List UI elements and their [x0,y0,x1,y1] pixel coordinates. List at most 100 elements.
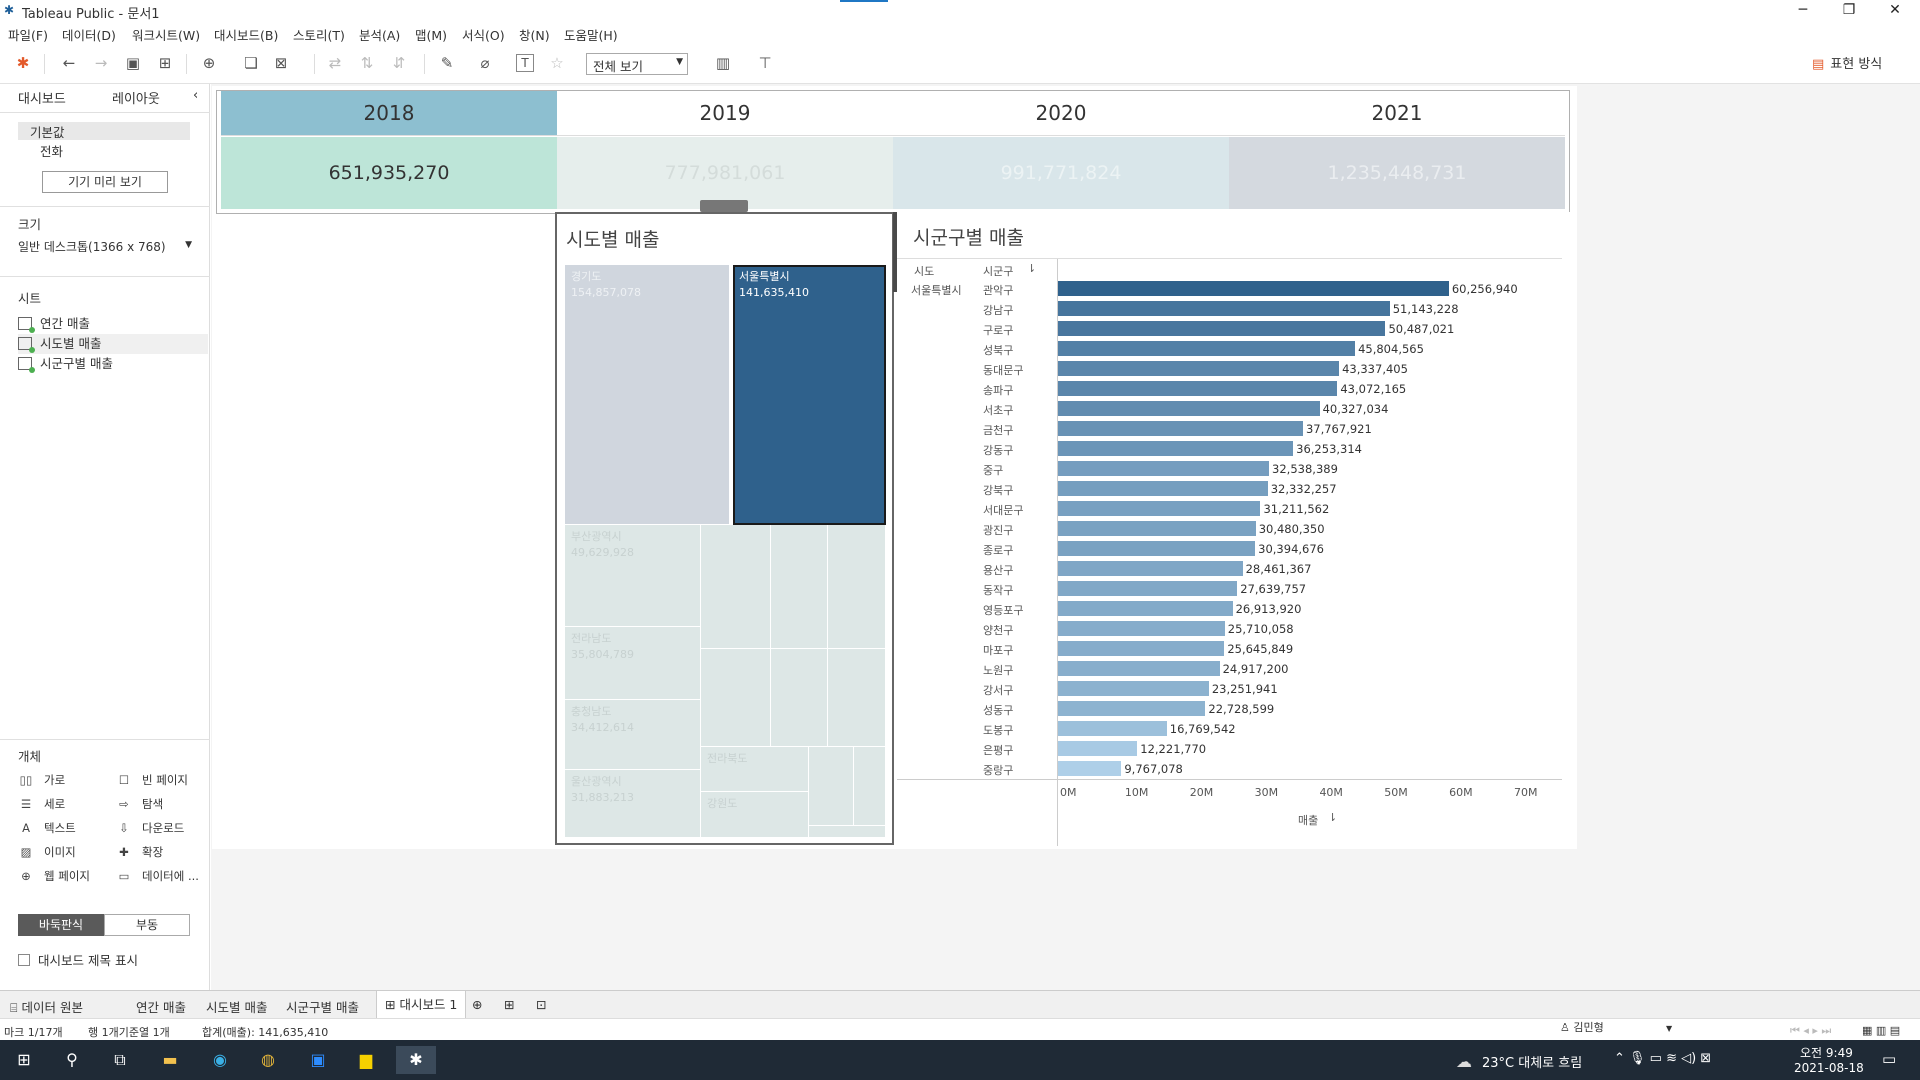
year-value-2019[interactable]: 777,981,061 [557,137,893,209]
treemap-cell-ulsan[interactable]: 울산광역시 31,883,213 [565,770,701,838]
object-web-page[interactable]: ⊕ 웹 페이지 [18,868,90,884]
year-header-2019[interactable]: 2019 [557,91,893,136]
floating-toggle[interactable]: 부동 [104,914,190,936]
bar-row[interactable]: 중랑구 9,767,078 [897,758,1577,778]
minimize-button[interactable]: ─ [1780,0,1826,22]
kakaotalk-icon[interactable]: ▆ [346,1046,386,1074]
device-preview-button[interactable]: 기기 미리 보기 [42,171,168,193]
size-select[interactable]: 일반 데스크톱(1366 x 768) ▼ [18,238,192,258]
treemap-cell[interactable] [854,747,886,826]
bar[interactable] [1058,561,1243,576]
bar-row[interactable]: 구로구 50,487,021 [897,318,1577,338]
bar[interactable] [1058,501,1261,516]
drag-handle[interactable] [700,200,748,212]
close-window-button[interactable]: ✕ [1872,0,1918,22]
column-header-sigungu[interactable]: 시군구 [983,263,1013,279]
sort-descending-icon[interactable]: ⇵ [388,52,410,74]
device-phone[interactable]: 전화 [40,141,63,160]
menu-dashboard[interactable]: 대시보드(B) [214,25,278,44]
bar[interactable] [1058,701,1206,716]
bar[interactable] [1058,441,1294,456]
menu-window[interactable]: 창(N) [519,25,550,44]
menu-file[interactable]: 파일(F) [8,25,48,44]
bar[interactable] [1058,401,1320,416]
annual-sales-sheet[interactable]: 2018 2019 2020 2021 651,935,270 777,981,… [216,90,1570,214]
task-view-icon[interactable]: ⧉ [100,1046,140,1074]
tab-annual-sales[interactable]: 연간 매출 [136,997,186,1016]
tableau-home-icon[interactable]: ✱ [12,52,34,74]
bar-row[interactable]: 은평구 12,221,770 [897,738,1577,758]
search-icon[interactable]: ⚲ [52,1046,92,1074]
swap-icon[interactable]: ⇄ [324,52,346,74]
treemap-cell-chungnam[interactable]: 충청남도 34,412,614 [565,700,701,770]
treemap-cell[interactable] [771,525,828,649]
chart-type-icon[interactable]: ▥ [712,52,734,74]
bar[interactable] [1058,381,1338,396]
notification-icon[interactable]: ▭ [1882,1050,1896,1068]
year-header-2021[interactable]: 2021 [1229,91,1565,136]
bar-row[interactable]: 강남구 51,143,228 [897,298,1577,318]
treemap-cell-gyeonggi[interactable]: 경기도 154,857,078 [565,265,730,525]
bar[interactable] [1058,301,1390,316]
year-value-2020[interactable]: 991,771,824 [893,137,1229,209]
menu-help[interactable]: 도움말(H) [564,25,618,44]
sheet-sorter-icon[interactable]: ▦ ▥ ▤ [1862,1024,1900,1037]
sido-sales-sheet[interactable]: 시도별 매출 경기도 154,857,078 서울특별시 141,635,410 부… [555,212,894,845]
new-worksheet-tab-icon[interactable]: ⊕ [472,997,482,1012]
bar-row[interactable]: 노원구 24,917,200 [897,658,1577,678]
bar-row[interactable]: 종로구 30,394,676 [897,538,1577,558]
bar-row[interactable]: 강동구 36,253,314 [897,438,1577,458]
chrome-icon[interactable]: ◍ [248,1046,288,1074]
new-worksheet-icon[interactable]: ⊕ [198,52,220,74]
new-dashboard-tab-icon[interactable]: ⊞ [504,997,514,1012]
bar[interactable] [1058,601,1233,616]
object-text[interactable]: A 텍스트 [18,820,76,836]
sheet-item-annual-sales[interactable]: 연간 매출 [18,314,208,334]
clock-date[interactable]: 2021-08-18 [1794,1061,1864,1075]
bar-row[interactable]: 마포구 25,645,849 [897,638,1577,658]
treemap-cell[interactable] [771,649,828,747]
tab-dashboard-1[interactable]: ⊞ 대시보드 1 [376,991,467,1019]
object-vertical[interactable]: ☰ 세로 [18,796,65,812]
tab-navigation-icon[interactable]: ⏮ ◂ ▸ ⏭ [1790,1024,1831,1038]
bar-row[interactable]: 광진구 30,480,350 [897,518,1577,538]
collapse-panel-icon[interactable]: ‹ [193,88,198,110]
bar[interactable] [1058,321,1386,336]
sheet-item-sigungu-sales[interactable]: 시군구별 매출 [18,354,208,374]
object-navigation[interactable]: ⇨ 탐색 [116,796,163,812]
menu-data[interactable]: 데이터(D) [62,25,116,44]
tableau-taskbar-icon[interactable]: ✱ [396,1046,436,1074]
view-size-select[interactable]: 전체 보기 ▼ [586,53,688,75]
treemap-cell-gangwon[interactable]: 강원도 [701,792,809,838]
sort-icon[interactable]: ⇂ [1027,262,1036,275]
menu-analysis[interactable]: 분석(A) [359,25,400,44]
bar-row[interactable]: 영등포구 26,913,920 [897,598,1577,618]
bar-row[interactable]: 동작구 27,639,757 [897,578,1577,598]
bar-row[interactable]: 강서구 23,251,941 [897,678,1577,698]
bar-row[interactable]: 강북구 32,332,257 [897,478,1577,498]
tab-sido-sales[interactable]: 시도별 매출 [206,997,267,1016]
bar[interactable] [1058,721,1167,736]
bar[interactable] [1058,481,1268,496]
treemap-cell[interactable] [809,826,886,838]
bar[interactable] [1058,521,1256,536]
sort-ascending-icon[interactable]: ⇅ [356,52,378,74]
sigungu-sales-sheet[interactable]: 시군구별 매출 시도 시군구 ⇂ 서울특별시 관악구 60,256,940 강남구 51… [897,212,1577,846]
sort-icon[interactable]: ⇂ [1328,811,1337,824]
object-download[interactable]: ⇩ 다운로드 [116,820,184,836]
tiled-toggle[interactable]: 바둑판식 [18,914,104,936]
user-select[interactable]: ♙ 김민형 ▼ [1560,1019,1676,1039]
year-value-2018[interactable]: 651,935,270 [221,137,557,209]
undo-icon[interactable]: ← [58,52,80,74]
bar-row[interactable]: 중구 32,538,389 [897,458,1577,478]
bar-row[interactable]: 금천구 37,767,921 [897,418,1577,438]
menu-worksheet[interactable]: 워크시트(W) [132,25,200,44]
bar[interactable] [1058,341,1356,356]
year-header-2018[interactable]: 2018 [221,91,557,136]
object-extension[interactable]: ✚ 확장 [116,844,163,860]
bar[interactable] [1058,741,1138,756]
clear-sheet-icon[interactable]: ⊠ [270,52,292,74]
bar[interactable] [1058,581,1238,596]
labels-icon[interactable]: T [516,54,534,72]
show-me-button[interactable]: ▤ 표현 방식 [1812,53,1882,72]
